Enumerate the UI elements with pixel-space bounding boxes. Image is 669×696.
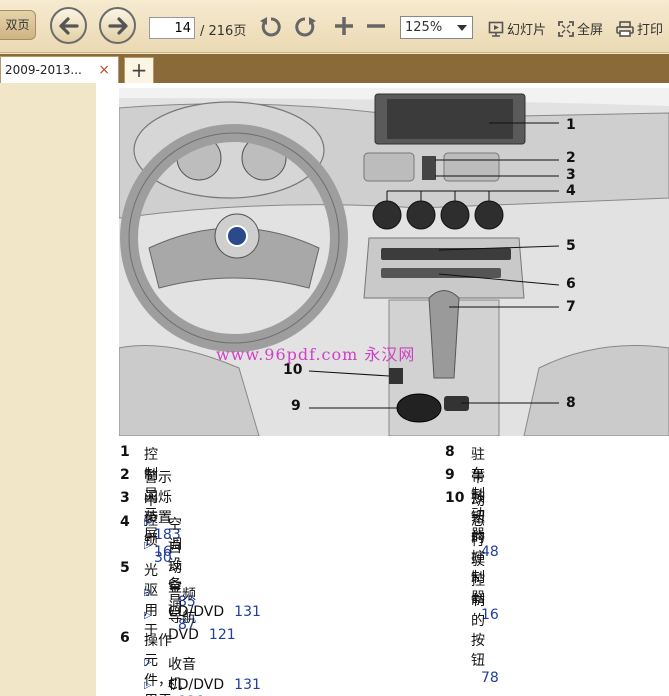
previous-page-button[interactable] bbox=[50, 7, 87, 44]
callout-8: 8 bbox=[566, 395, 576, 411]
legend-num: 10 bbox=[445, 490, 465, 506]
car-dashboard-illustration bbox=[119, 88, 669, 436]
printer-icon bbox=[616, 20, 634, 37]
slideshow-icon bbox=[488, 21, 504, 37]
chevron-down-icon bbox=[457, 25, 467, 31]
page-link[interactable]: 131 bbox=[234, 604, 261, 620]
arrow-left-icon bbox=[59, 17, 79, 35]
double-page-button[interactable]: 双页 bbox=[0, 10, 36, 40]
legend-num: 3 bbox=[120, 490, 130, 506]
watermark-text: www.96pdf.com 永汉网 bbox=[216, 345, 416, 364]
legend-num: 9 bbox=[445, 467, 455, 483]
callout-9: 9 bbox=[291, 398, 301, 414]
zoom-value: 125% bbox=[405, 20, 443, 35]
triangle-bullet-icon: ▷ bbox=[144, 657, 152, 668]
callout-3: 3 bbox=[566, 167, 576, 183]
page-link[interactable]: 78 bbox=[481, 670, 499, 686]
legend-num: 2 bbox=[120, 467, 130, 483]
page-link[interactable]: 121 bbox=[209, 627, 236, 643]
close-icon[interactable]: × bbox=[98, 57, 110, 83]
legend-num: 5 bbox=[120, 560, 130, 576]
next-page-button[interactable] bbox=[99, 7, 136, 44]
print-button[interactable]: 打印 bbox=[616, 19, 663, 38]
slideshow-button[interactable]: 幻灯片 bbox=[488, 19, 546, 38]
callout-1: 1 bbox=[566, 117, 576, 133]
tab-bar: 2009-2013... × + bbox=[0, 54, 669, 83]
document-page: 1 2 3 4 5 6 7 8 9 10 www.96pdf.com 永汉网 1… bbox=[96, 83, 669, 696]
rotate-left-icon[interactable] bbox=[258, 14, 284, 40]
rotate-right-icon[interactable] bbox=[292, 14, 318, 40]
triangle-bullet-icon: ▷ bbox=[144, 540, 152, 551]
zoom-out-icon[interactable] bbox=[364, 14, 388, 38]
total-pages-label: / 216页 bbox=[200, 24, 247, 39]
legend-num: 4 bbox=[120, 514, 130, 530]
new-tab-button[interactable]: + bbox=[124, 57, 154, 83]
zoom-in-icon[interactable] bbox=[332, 14, 356, 38]
fullscreen-button[interactable]: 全屏 bbox=[558, 19, 603, 38]
triangle-bullet-icon: ▷ bbox=[144, 680, 152, 691]
page-link[interactable]: 131 bbox=[234, 677, 261, 693]
fullscreen-icon bbox=[558, 20, 574, 37]
legend-item-10: 动态行驶控制的按钮78 bbox=[471, 493, 499, 686]
legend-item-5: 光驱用于 bbox=[144, 563, 158, 639]
callout-2: 2 bbox=[566, 150, 576, 166]
tab-document[interactable]: 2009-2013... × bbox=[0, 56, 119, 83]
legend-num: 1 bbox=[120, 444, 130, 460]
callout-5: 5 bbox=[566, 238, 576, 254]
triangle-bullet-icon: ▷ bbox=[144, 610, 152, 621]
tab-title: 2009-2013... bbox=[5, 63, 82, 77]
legend-num: 6 bbox=[120, 630, 130, 646]
legend-subitem: CD/DVD 131 bbox=[168, 677, 261, 693]
triangle-bullet-icon: ▷ bbox=[144, 587, 152, 598]
toolbar: 双页 / 216页 125% 幻灯片 bbox=[0, 0, 669, 53]
legend-subitem: 导航 DVD 121 bbox=[168, 610, 236, 643]
dashboard-figure: 1 2 3 4 5 6 7 8 9 10 www.96pdf.com 永汉网 bbox=[119, 88, 669, 436]
zoom-select[interactable]: 125% bbox=[400, 16, 473, 39]
triangle-bullet-icon: ▷ bbox=[144, 517, 152, 528]
callout-6: 6 bbox=[566, 276, 576, 292]
legend-num: 8 bbox=[445, 444, 455, 460]
arrow-right-icon bbox=[108, 17, 128, 35]
callout-7: 7 bbox=[566, 299, 576, 315]
page-number-input[interactable] bbox=[149, 17, 195, 39]
callout-4: 4 bbox=[566, 183, 576, 199]
